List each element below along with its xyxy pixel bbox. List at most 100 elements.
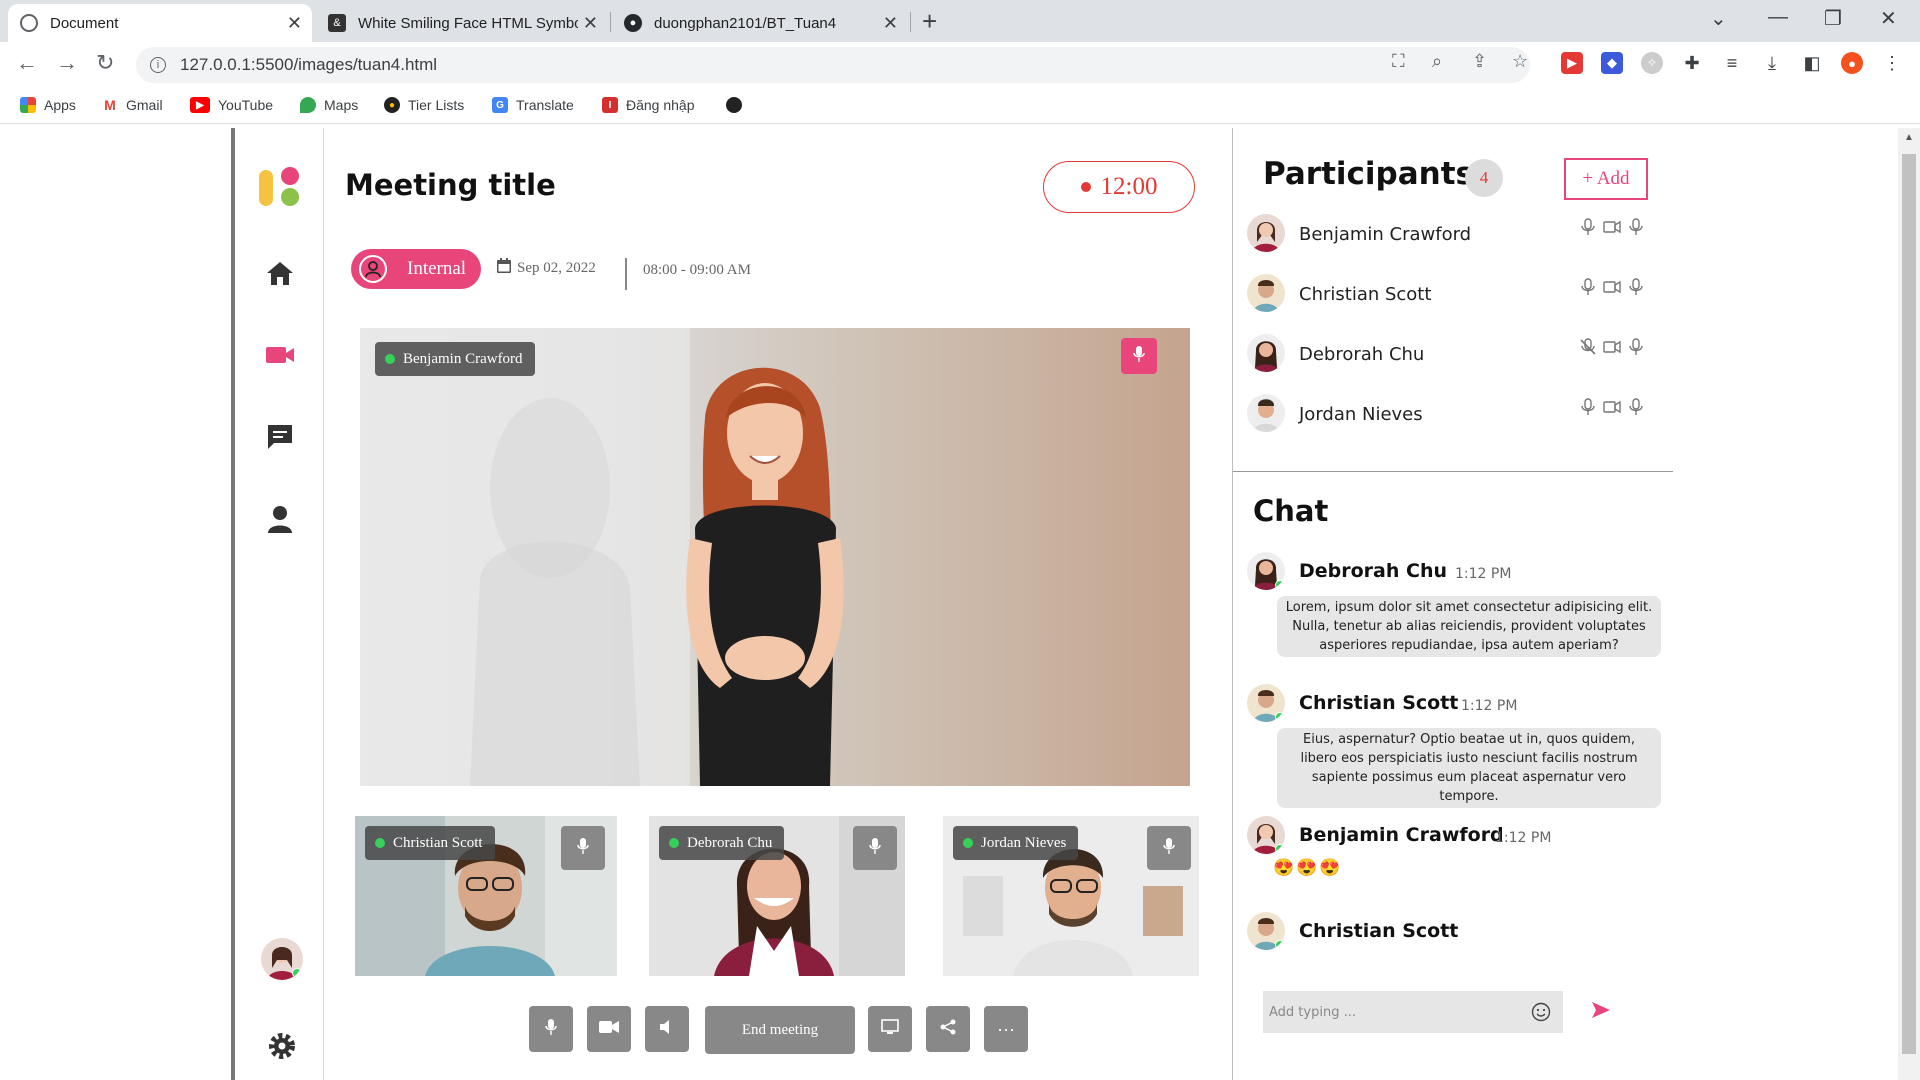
gear-icon[interactable] bbox=[267, 1031, 297, 1061]
participant-row[interactable]: Debrorah Chu bbox=[1241, 328, 1661, 380]
monitor-icon bbox=[881, 1018, 899, 1040]
scroll-up-arrow-icon[interactable]: ▲ bbox=[1904, 132, 1914, 143]
bookmark-gmail[interactable]: M Gmail bbox=[102, 97, 163, 113]
participant-tile[interactable]: Jordan Nieves bbox=[943, 816, 1199, 976]
chat-icon[interactable] bbox=[265, 422, 295, 452]
profile-avatar-icon[interactable]: ● bbox=[1841, 52, 1863, 74]
timer-text: 12:00 bbox=[1100, 173, 1158, 200]
emoji-icon[interactable] bbox=[1531, 1002, 1551, 1027]
tab-document[interactable]: Document ✕ bbox=[8, 4, 312, 42]
calendar-icon bbox=[497, 258, 511, 278]
recording-dot-icon bbox=[1080, 182, 1091, 192]
add-participant-button[interactable]: + Add bbox=[1564, 158, 1648, 200]
bookmark-youtube[interactable]: ▶ YouTube bbox=[190, 97, 273, 113]
microphone-icon[interactable] bbox=[1579, 218, 1597, 241]
participants-count-badge: 4 bbox=[1465, 159, 1503, 197]
share-button[interactable] bbox=[926, 1006, 970, 1052]
participant-name: Debrorah Chu bbox=[1299, 343, 1425, 365]
bookmark-dang-nhap[interactable]: I Đăng nhập bbox=[602, 97, 695, 113]
info-icon[interactable]: i bbox=[150, 57, 166, 73]
restore-icon[interactable]: ❐ bbox=[1824, 6, 1842, 31]
participant-mic-button[interactable] bbox=[561, 826, 605, 870]
tab-github[interactable]: ● duongphan2101/BT_Tuan4 ✕ bbox=[612, 4, 908, 42]
more-options-button[interactable]: ··· bbox=[984, 1006, 1028, 1052]
reload-icon[interactable]: ↻ bbox=[96, 50, 114, 76]
microphone-icon[interactable] bbox=[1579, 398, 1597, 421]
extension-colorful-icon[interactable]: ◆ bbox=[1601, 52, 1623, 74]
scrollbar-thumb[interactable] bbox=[1902, 154, 1916, 1054]
share-icon bbox=[940, 1019, 956, 1040]
zoom-icon[interactable]: ⌕ bbox=[1432, 51, 1442, 72]
address-bar[interactable]: i 127.0.0.1:5500/images/tuan4.html bbox=[136, 47, 1530, 83]
home-icon[interactable] bbox=[265, 258, 295, 288]
video-camera-icon[interactable] bbox=[265, 340, 295, 370]
extension-compass-icon[interactable]: ✧ bbox=[1641, 52, 1663, 74]
microphone-icon[interactable] bbox=[1579, 278, 1597, 301]
bookmark-globe[interactable] bbox=[726, 97, 750, 113]
participant-name: Christian Scott bbox=[1299, 283, 1432, 305]
user-icon[interactable] bbox=[265, 504, 295, 534]
microphone-icon bbox=[1163, 837, 1175, 859]
close-window-icon[interactable]: ✕ bbox=[1880, 6, 1897, 31]
more-menu-icon[interactable]: ⋮ bbox=[1881, 52, 1903, 74]
page-scrollbar[interactable]: ▲ bbox=[1898, 128, 1920, 1080]
video-camera-icon[interactable] bbox=[1603, 398, 1621, 421]
participant-row[interactable]: Benjamin Crawford bbox=[1241, 208, 1661, 260]
microphone-icon[interactable] bbox=[1627, 278, 1645, 301]
close-tab-icon[interactable]: ✕ bbox=[883, 13, 898, 34]
user-circle-icon bbox=[359, 255, 387, 283]
bookmark-label: YouTube bbox=[218, 97, 274, 113]
camera-toggle-button[interactable] bbox=[587, 1006, 631, 1052]
side-panel-icon[interactable]: ◧ bbox=[1801, 52, 1823, 74]
participant-row[interactable]: Jordan Nieves bbox=[1241, 388, 1661, 440]
share-icon[interactable]: ⇪ bbox=[1472, 51, 1487, 72]
tab-title: White Smiling Face HTML Symbo bbox=[358, 14, 578, 32]
participant-tile[interactable]: Christian Scott bbox=[355, 816, 617, 976]
back-icon[interactable]: ← bbox=[16, 50, 38, 76]
bookmark-maps[interactable]: Maps bbox=[300, 97, 358, 113]
extension-red-icon[interactable]: ▶ bbox=[1561, 52, 1583, 74]
minimize-icon[interactable]: — bbox=[1768, 6, 1788, 29]
microphone-icon[interactable] bbox=[1627, 338, 1645, 361]
video-camera-icon[interactable] bbox=[1603, 218, 1621, 241]
translate-page-icon[interactable]: ⛶ bbox=[1392, 51, 1405, 72]
new-tab-icon[interactable]: + bbox=[922, 6, 937, 37]
close-tab-icon[interactable]: ✕ bbox=[583, 13, 598, 34]
avatar[interactable] bbox=[261, 938, 303, 980]
close-tab-icon[interactable]: ✕ bbox=[287, 13, 302, 34]
microphone-icon bbox=[577, 837, 589, 859]
microphone-icon bbox=[1133, 345, 1145, 367]
microphone-muted-icon[interactable] bbox=[1579, 338, 1597, 361]
chat-input[interactable] bbox=[1269, 1004, 1509, 1020]
meeting-time-range: 08:00 - 09:00 AM bbox=[643, 262, 751, 278]
reading-list-icon[interactable]: ≡ bbox=[1721, 52, 1743, 74]
send-icon[interactable] bbox=[1591, 1001, 1611, 1024]
message-author: Debrorah Chu bbox=[1299, 560, 1448, 582]
participant-controls bbox=[1579, 218, 1645, 241]
participant-tile[interactable]: Debrorah Chu bbox=[649, 816, 905, 976]
participant-row[interactable]: Christian Scott bbox=[1241, 268, 1661, 320]
download-icon[interactable]: ⤓ bbox=[1761, 52, 1783, 74]
end-meeting-button[interactable]: End meeting bbox=[705, 1006, 855, 1054]
video-camera-icon[interactable] bbox=[1603, 278, 1621, 301]
mic-toggle-button[interactable] bbox=[529, 1006, 573, 1052]
meeting-title: Meeting title bbox=[345, 168, 556, 202]
speaker-toggle-button[interactable] bbox=[645, 1006, 689, 1052]
bookmark-apps[interactable]: Apps bbox=[20, 97, 76, 113]
microphone-icon[interactable] bbox=[1627, 398, 1645, 421]
tab-html-symbol[interactable]: & White Smiling Face HTML Symbo ✕ bbox=[316, 4, 608, 42]
screen-share-button[interactable] bbox=[868, 1006, 912, 1052]
microphone-icon[interactable] bbox=[1627, 218, 1645, 241]
forward-icon[interactable]: → bbox=[56, 50, 78, 76]
participant-name-tag: Jordan Nieves bbox=[953, 826, 1079, 860]
extensions-puzzle-icon[interactable]: ✚ bbox=[1681, 52, 1703, 74]
participant-mic-button[interactable] bbox=[1147, 826, 1191, 870]
bookmark-tier-lists[interactable]: ● Tier Lists bbox=[384, 97, 464, 113]
bookmark-translate[interactable]: G Translate bbox=[492, 97, 574, 113]
chevron-down-icon[interactable]: ⌄ bbox=[1710, 6, 1727, 31]
participant-mic-button[interactable] bbox=[853, 826, 897, 870]
speaker-mic-button[interactable] bbox=[1121, 338, 1157, 374]
bookmark-star-icon[interactable]: ☆ bbox=[1512, 51, 1528, 72]
video-camera-icon[interactable] bbox=[1603, 338, 1621, 361]
main-video[interactable]: Benjamin Crawford bbox=[360, 328, 1190, 786]
